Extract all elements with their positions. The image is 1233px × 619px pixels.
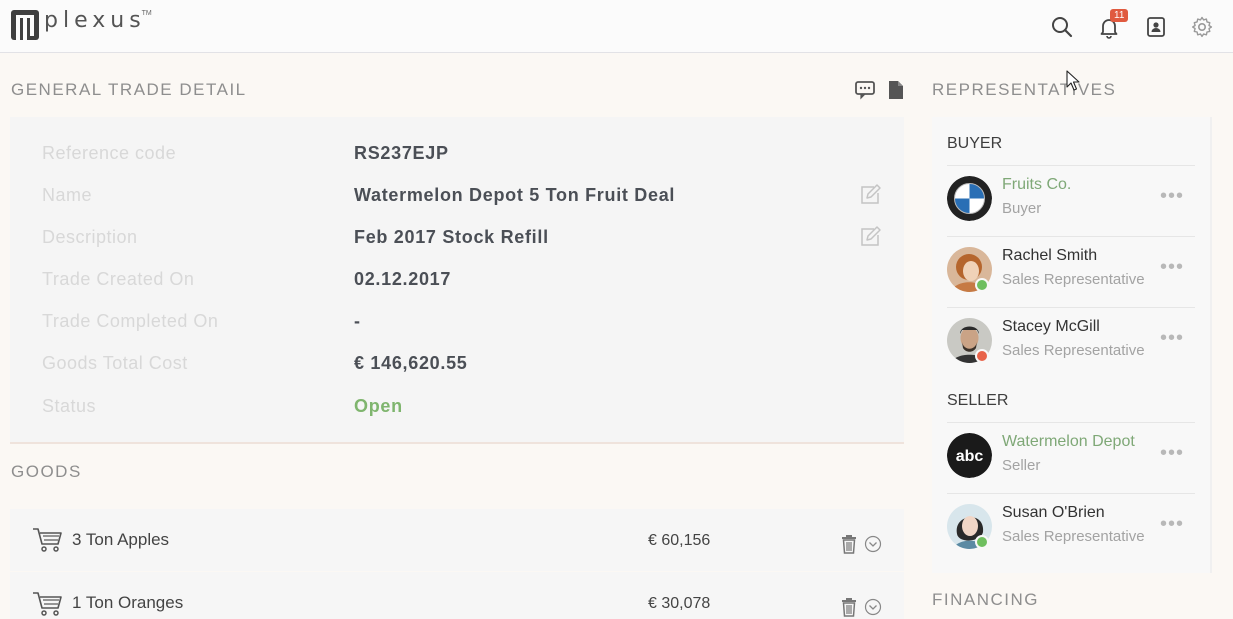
goods-name: 3 Ton Apples <box>72 530 170 549</box>
chevron-down-icon[interactable] <box>864 598 882 616</box>
online-status-dot <box>975 278 989 292</box>
goods-item[interactable]: 3 Ton Apples € 60,156 <box>10 509 904 571</box>
detail-label: Trade Created On <box>42 269 195 289</box>
divider <box>947 236 1195 237</box>
rep-item-fruits-co[interactable]: Fruits Co. Buyer ••• <box>932 169 1212 239</box>
goods-title: GOODS <box>11 462 82 481</box>
plexus-logo-icon <box>11 10 39 40</box>
seller-group-label: SELLER <box>947 392 1009 409</box>
goods-name: 1 Ton Oranges <box>72 593 184 612</box>
total-cost-value: € 146,620.55 <box>354 353 468 373</box>
notification-badge: 11 <box>1110 9 1129 22</box>
gear-icon[interactable] <box>1190 15 1214 39</box>
more-options-icon[interactable]: ••• <box>1160 513 1184 536</box>
top-bar: plexus TM 11 <box>0 0 1233 53</box>
detail-row-completed: Trade Completed On - <box>10 307 904 337</box>
trade-name-value: Watermelon Depot 5 Ton Fruit Deal <box>354 185 676 205</box>
plexus-logo[interactable]: plexus TM <box>10 8 152 42</box>
representatives-title: REPRESENTATIVES <box>932 80 1117 99</box>
edit-name-icon[interactable] <box>858 183 882 207</box>
detail-label: Reference code <box>42 143 177 163</box>
financing-title: FINANCING <box>932 590 1039 609</box>
detail-label: Name <box>42 185 93 205</box>
goods-price: € 60,156 <box>648 532 711 549</box>
cursor-icon <box>1066 70 1080 91</box>
rep-item-susan-obrien[interactable]: Susan O'Brien Sales Representative ••• <box>932 497 1212 567</box>
document-icon[interactable] <box>887 79 905 101</box>
online-status-dot <box>975 535 989 549</box>
more-options-icon[interactable]: ••• <box>1160 185 1184 208</box>
detail-label: Goods Total Cost <box>42 353 188 373</box>
rep-role: Sales Representative <box>1002 528 1145 545</box>
logo-trademark: TM <box>141 9 152 17</box>
bmw-logo <box>947 176 992 221</box>
more-options-icon[interactable]: ••• <box>1160 327 1184 350</box>
divider <box>947 165 1195 166</box>
rep-name: Stacey McGill <box>1002 318 1100 335</box>
trade-detail-title: GENERAL TRADE DETAIL <box>11 80 247 99</box>
trade-detail-card: Reference code RS237EJP Name Watermelon … <box>10 117 904 444</box>
goods-price: € 30,078 <box>648 595 711 612</box>
divider <box>947 422 1195 423</box>
status-value: Open <box>354 396 403 416</box>
cart-icon <box>33 528 62 552</box>
detail-row-total-cost: Goods Total Cost € 146,620.55 <box>10 349 904 379</box>
abc-logo: abc <box>947 433 992 478</box>
detail-label: Trade Completed On <box>42 311 219 331</box>
chevron-down-icon[interactable] <box>864 535 882 553</box>
trash-icon[interactable] <box>840 597 858 617</box>
comment-icon[interactable] <box>854 80 876 100</box>
rep-name[interactable]: Watermelon Depot <box>1002 433 1135 451</box>
trash-icon[interactable] <box>840 534 858 554</box>
divider <box>947 307 1195 308</box>
cart-icon <box>33 592 62 616</box>
svg-text:abc: abc <box>956 448 984 465</box>
description-value: Feb 2017 Stock Refill <box>354 227 549 247</box>
reference-code-value: RS237EJP <box>354 143 449 163</box>
rep-item-watermelon-depot[interactable]: abc Watermelon Depot Seller ••• <box>932 426 1212 496</box>
rep-name[interactable]: Fruits Co. <box>1002 176 1071 194</box>
detail-row-description: Description Feb 2017 Stock Refill <box>10 223 904 253</box>
divider <box>947 493 1195 494</box>
detail-row-created: Trade Created On 02.12.2017 <box>10 265 904 295</box>
detail-row-name: Name Watermelon Depot 5 Ton Fruit Deal <box>10 181 904 211</box>
created-on-value: 02.12.2017 <box>354 269 452 289</box>
rep-role: Buyer <box>1002 200 1042 217</box>
logo-text: plexus <box>44 7 146 33</box>
more-options-icon[interactable]: ••• <box>1160 442 1184 465</box>
rep-role: Sales Representative <box>1002 342 1145 359</box>
rep-role: Sales Representative <box>1002 271 1145 288</box>
more-options-icon[interactable]: ••• <box>1160 256 1184 279</box>
representatives-card: BUYER Fruits Co. Buyer ••• Rachel Smith … <box>932 117 1212 573</box>
completed-on-value: - <box>354 311 361 331</box>
rep-name: Susan O'Brien <box>1002 504 1105 521</box>
edit-description-icon[interactable] <box>858 225 882 249</box>
detail-label: Description <box>42 227 138 247</box>
buyer-group-label: BUYER <box>947 135 1003 152</box>
goods-item[interactable]: 1 Ton Oranges € 30,078 <box>10 572 904 619</box>
rep-item-rachel-smith[interactable]: Rachel Smith Sales Representative ••• <box>932 240 1212 310</box>
rep-item-stacey-mcgill[interactable]: Stacey McGill Sales Representative ••• <box>932 311 1212 381</box>
search-icon[interactable] <box>1050 15 1074 39</box>
contacts-icon[interactable] <box>1144 15 1168 39</box>
rep-role: Seller <box>1002 457 1041 474</box>
busy-status-dot <box>975 349 989 363</box>
rep-name: Rachel Smith <box>1002 247 1098 264</box>
detail-row-reference: Reference code RS237EJP <box>10 139 904 169</box>
detail-label: Status <box>42 396 97 416</box>
detail-row-status: Status Open <box>10 392 904 422</box>
